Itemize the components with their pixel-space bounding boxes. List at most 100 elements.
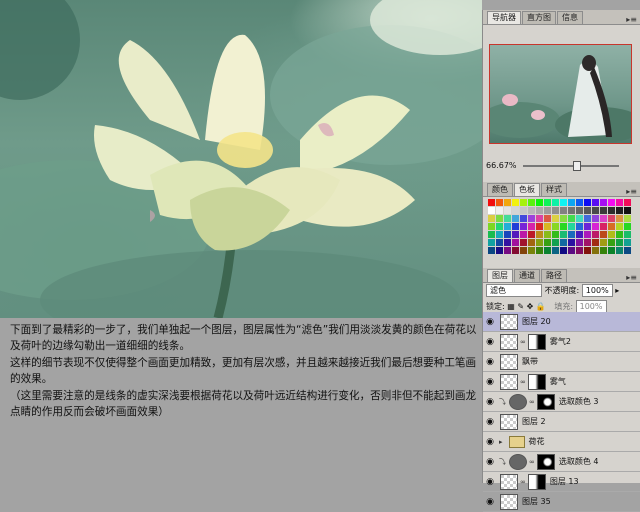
tab-navigator[interactable]: 导航器 (487, 11, 521, 24)
swatch[interactable] (552, 199, 559, 206)
swatch[interactable] (488, 239, 495, 246)
swatch[interactable] (624, 247, 631, 254)
layer-thumbnail[interactable] (500, 473, 518, 490)
swatch[interactable] (576, 199, 583, 206)
tab-info[interactable]: 信息 (557, 11, 583, 24)
swatch[interactable] (608, 231, 615, 238)
swatch[interactable] (584, 247, 591, 254)
swatch[interactable] (552, 207, 559, 214)
swatch[interactable] (592, 215, 599, 222)
swatch[interactable] (504, 231, 511, 238)
opacity-arrow-icon[interactable]: ▸ (615, 286, 619, 295)
swatch[interactable] (576, 239, 583, 246)
swatch[interactable] (584, 207, 591, 214)
swatch[interactable] (544, 199, 551, 206)
swatch[interactable] (520, 231, 527, 238)
swatch[interactable] (488, 215, 495, 222)
zoom-level[interactable]: 66.67% (486, 161, 517, 170)
swatch[interactable] (600, 223, 607, 230)
swatch[interactable] (600, 215, 607, 222)
swatch[interactable] (536, 215, 543, 222)
swatch[interactable] (616, 215, 623, 222)
swatch[interactable] (552, 223, 559, 230)
swatch[interactable] (592, 247, 599, 254)
swatch[interactable] (528, 239, 535, 246)
tab-swatches[interactable]: 色板 (514, 183, 540, 196)
swatch[interactable] (512, 247, 519, 254)
swatch[interactable] (496, 199, 503, 206)
swatch[interactable] (512, 215, 519, 222)
swatch[interactable] (488, 231, 495, 238)
swatch[interactable] (592, 223, 599, 230)
eye-icon[interactable]: ◉ (483, 477, 497, 487)
swatch[interactable] (520, 215, 527, 222)
swatch[interactable] (624, 215, 631, 222)
swatch[interactable] (568, 239, 575, 246)
layer-thumbnail[interactable] (500, 413, 518, 430)
swatch[interactable] (520, 239, 527, 246)
swatch[interactable] (504, 223, 511, 230)
expand-arrow-icon[interactable]: ▸ (499, 438, 503, 446)
layer-thumbnail[interactable] (500, 333, 518, 350)
swatch[interactable] (616, 247, 623, 254)
swatch[interactable] (624, 239, 631, 246)
swatch[interactable] (608, 247, 615, 254)
swatch[interactable] (560, 215, 567, 222)
swatch[interactable] (608, 199, 615, 206)
swatch[interactable] (528, 215, 535, 222)
swatch[interactable] (600, 247, 607, 254)
tab-histogram[interactable]: 直方图 (522, 11, 556, 24)
swatch[interactable] (552, 215, 559, 222)
swatch[interactable] (544, 223, 551, 230)
swatch[interactable] (504, 247, 511, 254)
swatch[interactable] (576, 231, 583, 238)
layer-thumbnail[interactable] (500, 313, 518, 330)
swatch[interactable] (584, 199, 591, 206)
swatch[interactable] (512, 207, 519, 214)
swatch[interactable] (624, 223, 631, 230)
swatch[interactable] (608, 215, 615, 222)
zoom-slider-handle[interactable] (573, 161, 581, 171)
swatch[interactable] (488, 223, 495, 230)
swatch[interactable] (600, 199, 607, 206)
panel-menu-icon[interactable]: ▸≡ (626, 15, 637, 24)
layer-mask[interactable] (527, 473, 546, 490)
swatch[interactable] (608, 223, 615, 230)
layer-row[interactable]: ◉ ▸ 荷花 (483, 432, 640, 452)
eye-icon[interactable]: ◉ (483, 457, 497, 467)
swatch[interactable] (624, 207, 631, 214)
swatch[interactable] (504, 199, 511, 206)
swatch[interactable] (576, 247, 583, 254)
swatch[interactable] (528, 247, 535, 254)
swatch[interactable] (544, 207, 551, 214)
lock-all-icon[interactable]: 🔒 (536, 302, 546, 311)
eye-icon[interactable]: ◉ (483, 377, 497, 387)
lock-transparency-icon[interactable]: ▦ (507, 302, 515, 311)
eye-icon[interactable]: ◉ (483, 497, 497, 507)
swatch[interactable] (496, 247, 503, 254)
layer-row[interactable]: ◉ ∞ 雾气 (483, 372, 640, 392)
layer-row[interactable]: ◉ 图层 35 (483, 492, 640, 512)
layer-row[interactable]: ◉ 图层 2 (483, 412, 640, 432)
eye-icon[interactable]: ◉ (483, 437, 497, 447)
layer-mask[interactable] (536, 393, 555, 410)
swatch[interactable] (536, 223, 543, 230)
swatch[interactable] (528, 207, 535, 214)
eye-icon[interactable]: ◉ (483, 337, 497, 347)
swatch[interactable] (568, 223, 575, 230)
lock-brush-icon[interactable]: ✎ (517, 302, 524, 311)
layer-row[interactable]: ◉ 图层 20 (483, 312, 640, 332)
swatch[interactable] (616, 223, 623, 230)
swatch[interactable] (568, 215, 575, 222)
opacity-input[interactable]: 100% (581, 284, 613, 297)
swatch[interactable] (496, 239, 503, 246)
swatch[interactable] (568, 199, 575, 206)
swatch[interactable] (584, 223, 591, 230)
swatch[interactable] (592, 207, 599, 214)
swatch[interactable] (616, 231, 623, 238)
swatch[interactable] (504, 239, 511, 246)
layer-thumbnail[interactable] (500, 373, 518, 390)
swatch[interactable] (528, 231, 535, 238)
swatch[interactable] (592, 231, 599, 238)
swatch[interactable] (560, 223, 567, 230)
